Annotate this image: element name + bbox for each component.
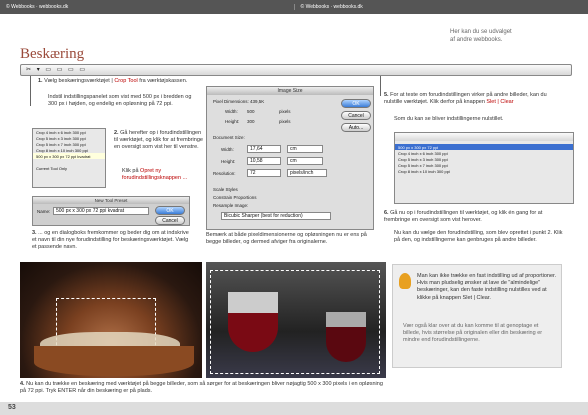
pixel-width-value: 500: [247, 109, 255, 114]
auto-button[interactable]: Auto...: [341, 123, 371, 132]
wine-glass-photo: [206, 262, 386, 378]
page-number: 53: [8, 404, 16, 411]
resample-method-select[interactable]: Bicubic Sharper (best for reduction): [221, 212, 331, 220]
step-6-note: Nu kan du vælge den forudindstilling, so…: [394, 230, 563, 244]
top-bar: © Webbooks · webbooks.dk © Webbooks · we…: [0, 0, 588, 14]
footer: 53: [0, 402, 588, 415]
step-1-body: Indstil indstillingspanelet som vist med…: [48, 94, 192, 108]
bread-basket-photo: [20, 262, 202, 378]
topbar-left-text: © Webbooks · webbooks.dk: [6, 4, 69, 10]
image-size-dialog: Image Size Pixel Dimensions: 439,5K Widt…: [206, 86, 374, 230]
side-note: Her kan du se udvalget af andre webbooks…: [450, 29, 512, 44]
webbooks-link[interactable]: af andre webbooks.: [450, 36, 512, 44]
cancel-button[interactable]: Cancel: [155, 216, 185, 225]
tip-box: Man kan ikke trække en fast indstilling …: [392, 264, 562, 368]
wine-glass: [228, 292, 278, 352]
step-2: 2. Gå herefter op i forudindstillingen t…: [114, 130, 203, 151]
step-5-note: Som du kan se bliver indstillingerne nul…: [394, 116, 504, 122]
document-size-label: Document Size:: [213, 135, 245, 140]
doc-height-unit-select[interactable]: cm: [287, 157, 323, 165]
step-3: 3. ... og en dialogboks fremkommer og be…: [32, 230, 189, 251]
list-item[interactable]: 500 px x 300 px 72 ppi kvadrat: [33, 153, 105, 159]
lightbulb-icon: [399, 273, 411, 289]
resolution-unit-select[interactable]: pixels/inch: [287, 169, 327, 177]
doc-width-input[interactable]: 17,64: [247, 145, 281, 153]
crop-tool-icon[interactable]: ✂ ▾ ▭ ▭ ▭ ▭: [26, 66, 87, 73]
list-item[interactable]: Crop 8 inch x 10 inch 300 ppi: [395, 168, 573, 174]
preset-name-input[interactable]: 500 px x 300 px 72 ppi kvadrat: [53, 207, 149, 215]
pixel-height-value: 300: [247, 119, 255, 124]
remark-text: Bemærk at både pixeldimensionerne og opl…: [206, 232, 367, 246]
basket: [34, 346, 194, 376]
tip-text: Man kan ikke trække en fast indstilling …: [417, 273, 557, 301]
topbar-right-text: © Webbooks · webbooks.dk: [300, 4, 363, 10]
preset-list-left[interactable]: Crop 4 inch x 6 inch 300 ppi Crop 5 inch…: [32, 128, 106, 188]
doc-height-input[interactable]: 10,58: [247, 157, 281, 165]
crop-options-bar[interactable]: [20, 64, 572, 76]
ok-button[interactable]: OK: [155, 206, 185, 215]
step-2-link: Klik på Opret ny forudindstillingsknappe…: [122, 168, 188, 182]
page-title: Beskæring: [20, 46, 85, 62]
dialog-title: Image Size: [207, 87, 373, 95]
tip-extra: Vær også klar over at du kan komme til a…: [403, 323, 543, 344]
resolution-input[interactable]: 72: [247, 169, 281, 177]
preset-list-right[interactable]: 500 px x 300 px 72 ppi Crop 4 inch x 6 i…: [394, 132, 574, 204]
name-label: Name:: [37, 209, 51, 214]
doc-width-unit-select[interactable]: cm: [287, 145, 323, 153]
ok-button[interactable]: OK: [341, 99, 371, 108]
resample-checkbox[interactable]: Resample Image:: [213, 203, 248, 208]
connector-line: [380, 76, 381, 96]
step-1: 1. Vælg beskæringsværktøjet | Crop Tool …: [38, 78, 188, 84]
new-preset-dialog: New Tool Preset Name: 500 px x 300 px 72…: [32, 196, 190, 226]
pixel-dimensions-label: Pixel Dimensions: 439,5K: [213, 99, 265, 104]
step-5: 5. For at teste om forudindstillingen vi…: [384, 92, 547, 106]
step-4: 4. Nu kan du trække en beskæring med vær…: [20, 381, 383, 395]
step-6: 6. Gå nu op i forudindstillingen til vær…: [384, 210, 543, 224]
scale-styles-checkbox[interactable]: Scale Styles: [213, 187, 238, 192]
current-tool-only-checkbox[interactable]: Current Tool Only: [33, 165, 105, 171]
connector-line: [30, 76, 31, 106]
constrain-checkbox[interactable]: Constrain Proportions: [213, 195, 257, 200]
cancel-button[interactable]: Cancel: [341, 111, 371, 120]
dialog-title: New Tool Preset: [33, 197, 189, 204]
wine-glass: [326, 312, 366, 362]
options-bar[interactable]: [395, 133, 573, 141]
